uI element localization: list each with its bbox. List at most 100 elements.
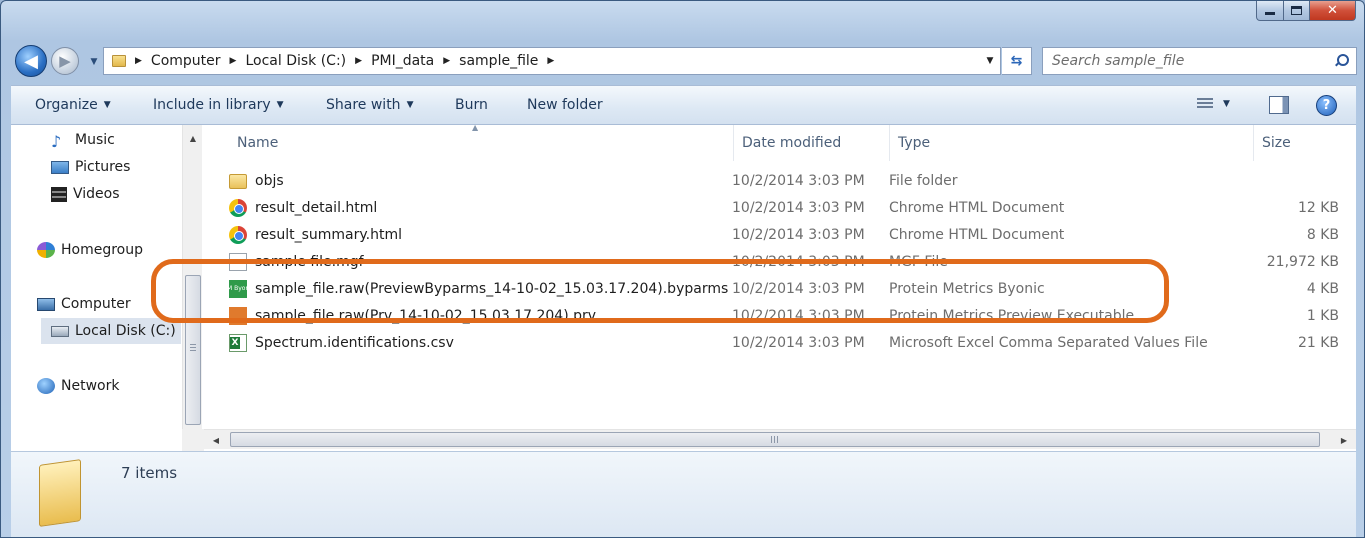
- refresh-icon: ⇆: [1010, 53, 1023, 69]
- burn-button[interactable]: Burn: [455, 85, 488, 125]
- chevron-right-icon[interactable]: ▶: [135, 56, 142, 66]
- column-label: Date modified: [742, 135, 842, 151]
- file-row[interactable]: result_summary.html 10/2/2014 3:03 PM Ch…: [204, 221, 1356, 248]
- chrome-icon: [229, 225, 247, 244]
- share-with-label: Share with: [326, 97, 401, 113]
- chevron-right-icon[interactable]: ▶: [355, 56, 362, 66]
- close-icon: ✕: [1327, 3, 1338, 18]
- chevron-right-icon[interactable]: ▶: [230, 56, 237, 66]
- column-header-name[interactable]: Name: [229, 125, 734, 161]
- grip-icon: [771, 436, 780, 443]
- breadcrumb-sample-file[interactable]: sample_file: [459, 53, 538, 69]
- include-in-library-button[interactable]: Include in library ▼: [153, 85, 284, 125]
- back-arrow-icon: ◀: [24, 50, 38, 72]
- file-name: sample file.mgf: [255, 253, 364, 270]
- chevron-down-icon: ▼: [276, 100, 284, 110]
- explorer-window: ✕ ◀ ▶ ▼ ▶ Computer ▶ Local Disk (C:) ▶ P…: [0, 0, 1365, 538]
- folder-icon: [229, 174, 247, 189]
- organize-button[interactable]: Organize ▼: [35, 85, 111, 125]
- scroll-left-icon[interactable]: ◀: [206, 430, 226, 450]
- forward-arrow-icon: ▶: [59, 52, 71, 70]
- file-date: 10/2/2014 3:03 PM: [732, 226, 865, 243]
- column-label: Type: [898, 135, 931, 151]
- file-type: Chrome HTML Document: [889, 199, 1065, 216]
- sidebar-item-pictures[interactable]: Pictures: [51, 154, 179, 180]
- file-row[interactable]: sample_file.raw(Prv_14-10-02_15.03.17.20…: [204, 302, 1356, 329]
- sidebar-item-label: Pictures: [75, 159, 131, 175]
- sidebar-item-homegroup[interactable]: Homegroup: [37, 237, 179, 263]
- scroll-thumb[interactable]: [230, 432, 1320, 447]
- column-header-type[interactable]: Type: [890, 125, 1254, 161]
- chevron-down-icon: ▼: [1223, 99, 1230, 109]
- disk-icon: [51, 325, 69, 337]
- minimize-icon: [1265, 12, 1275, 15]
- network-icon: [37, 378, 55, 394]
- homegroup-icon: [37, 242, 55, 258]
- file-date: 10/2/2014 3:03 PM: [732, 253, 865, 270]
- preview-exe-icon: [229, 306, 247, 325]
- maximize-button[interactable]: [1284, 1, 1310, 21]
- grip-icon: [190, 344, 196, 352]
- column-header-date[interactable]: Date modified: [734, 125, 890, 161]
- recent-pages-dropdown[interactable]: ▼: [87, 55, 101, 69]
- breadcrumb-pmi-data[interactable]: PMI_data: [371, 53, 434, 69]
- file-row[interactable]: PM Byoncsample_file.raw(PreviewByparms_1…: [204, 275, 1356, 302]
- folder-icon: [39, 459, 81, 527]
- sidebar-item-local-disk[interactable]: Local Disk (C:): [41, 318, 181, 344]
- file-row[interactable]: sample file.mgf 10/2/2014 3:03 PM MGF Fi…: [204, 248, 1356, 275]
- file-type: Protein Metrics Preview Executable: [889, 307, 1135, 324]
- chevron-right-icon[interactable]: ▶: [443, 56, 450, 66]
- search-icon[interactable]: [1334, 54, 1349, 68]
- share-with-button[interactable]: Share with ▼: [326, 85, 413, 125]
- caption-buttons: ✕: [1256, 1, 1356, 21]
- help-button[interactable]: ?: [1316, 95, 1337, 116]
- file-name: sample_file.raw(Prv_14-10-02_15.03.17.20…: [255, 307, 597, 324]
- file-type: MGF File: [889, 253, 948, 270]
- file-name: result_detail.html: [255, 199, 378, 216]
- nav-pane-scrollbar[interactable]: ▲ ▼: [182, 125, 202, 451]
- file-row[interactable]: Spectrum.identifications.csv 10/2/2014 3…: [204, 329, 1356, 356]
- file-size: 21,972 KB: [1266, 253, 1339, 270]
- file-row[interactable]: objs 10/2/2014 3:03 PM File folder: [204, 167, 1356, 194]
- content-frame: ♪ Music Pictures Videos Homegroup Comput…: [11, 123, 1356, 451]
- sidebar-item-label: Homegroup: [61, 242, 144, 258]
- include-in-library-label: Include in library: [153, 97, 271, 113]
- item-count: 7 items: [121, 464, 178, 482]
- new-folder-button[interactable]: New folder: [527, 85, 603, 125]
- refresh-button[interactable]: ⇆: [1002, 47, 1032, 75]
- close-button[interactable]: ✕: [1310, 1, 1356, 21]
- file-date: 10/2/2014 3:03 PM: [732, 307, 865, 324]
- change-view-button[interactable]: ▼: [1197, 98, 1230, 110]
- address-bar[interactable]: ▶ Computer ▶ Local Disk (C:) ▶ PMI_data …: [103, 47, 1001, 75]
- breadcrumb-local-disk[interactable]: Local Disk (C:): [245, 53, 346, 69]
- sidebar-item-computer[interactable]: Computer: [37, 291, 179, 317]
- search-box[interactable]: [1042, 47, 1357, 75]
- sidebar-item-label: Local Disk (C:): [75, 323, 176, 339]
- videos-icon: [51, 186, 67, 202]
- sidebar-item-music[interactable]: ♪ Music: [51, 127, 179, 153]
- scroll-right-icon[interactable]: ▶: [1334, 430, 1354, 450]
- breadcrumb-computer[interactable]: Computer: [151, 53, 221, 69]
- minimize-button[interactable]: [1256, 1, 1284, 21]
- chevron-right-icon[interactable]: ▶: [547, 56, 554, 66]
- pictures-icon: [51, 160, 69, 174]
- back-button[interactable]: ◀: [15, 45, 47, 77]
- sidebar-item-videos[interactable]: Videos: [51, 181, 179, 207]
- file-row[interactable]: result_detail.html 10/2/2014 3:03 PM Chr…: [204, 194, 1356, 221]
- sidebar-item-network[interactable]: Network: [37, 373, 179, 399]
- scroll-thumb[interactable]: [185, 275, 201, 425]
- sidebar-item-label: Computer: [61, 296, 131, 312]
- excel-icon: [229, 333, 247, 352]
- column-label: Size: [1262, 135, 1291, 151]
- sidebar-item-label: Network: [61, 378, 120, 394]
- file-date: 10/2/2014 3:03 PM: [732, 334, 865, 351]
- forward-button[interactable]: ▶: [51, 47, 79, 75]
- file-list-horizontal-scrollbar[interactable]: ◀ ▶: [204, 429, 1356, 449]
- preview-pane-button[interactable]: [1269, 96, 1289, 114]
- column-header-size[interactable]: Size: [1254, 125, 1356, 161]
- address-history-dropdown[interactable]: ▼: [980, 56, 1000, 66]
- search-input[interactable]: [1052, 53, 1322, 69]
- scroll-up-icon[interactable]: ▲: [183, 129, 203, 147]
- file-date: 10/2/2014 3:03 PM: [732, 199, 865, 216]
- maximize-icon: [1291, 6, 1302, 15]
